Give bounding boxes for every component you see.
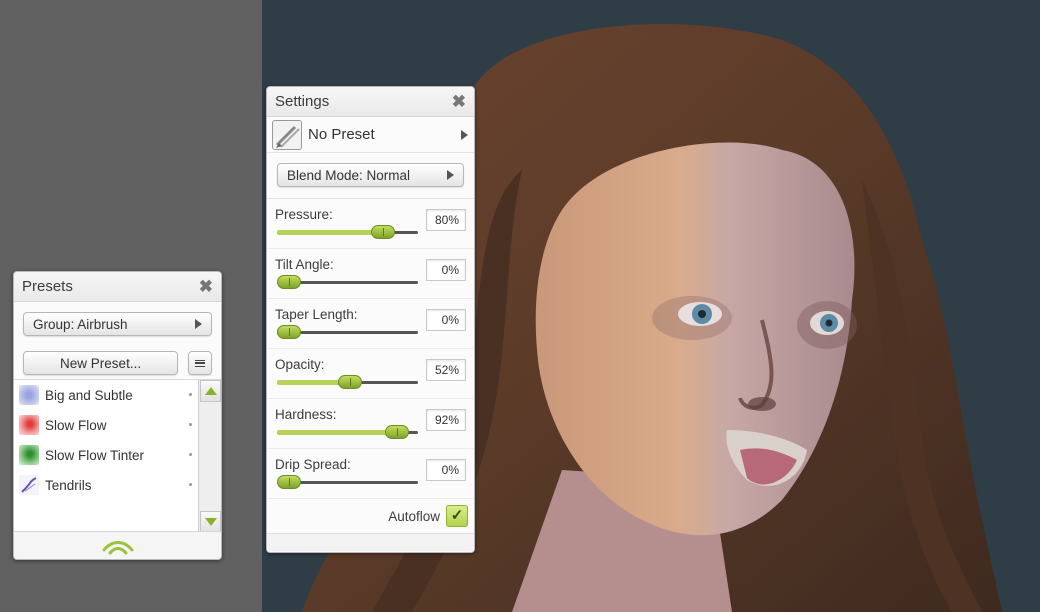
preset-list: Big and Subtle Slow Flow Slow Flow Tinte… [14,380,198,533]
tendrils-swatch-icon [19,475,39,495]
autoflow-checkbox[interactable]: ✓ [446,505,468,527]
preset-item-label: Big and Subtle [45,387,133,403]
list-item[interactable]: Slow Flow [14,410,198,440]
pressure-slider-fill [277,230,383,235]
drip-spread-slider-row: Drip Spread: 0% [267,449,474,499]
blend-mode-arrow-icon [447,170,454,180]
blend-mode-label: Blend Mode: Normal [287,167,411,183]
tilt-angle-slider-knob[interactable] [277,275,301,289]
opacity-slider[interactable] [277,375,418,389]
settings-panel: Settings ✖ No Preset Blend Mode: Normal … [266,86,475,553]
preset-arrow-icon[interactable] [461,129,468,140]
scroll-down-button[interactable] [200,511,221,533]
hardness-slider-knob[interactable] [384,425,409,439]
drip-spread-value[interactable]: 0% [426,459,466,481]
drip-spread-slider[interactable] [277,475,418,489]
item-dot-icon [189,423,192,426]
brush-thumbnail-icon [272,119,302,150]
list-menu-icon [195,359,206,367]
group-arrow-icon [195,319,202,329]
tilt-angle-slider-row: Tilt Angle: 0% [267,249,474,299]
soft-blue-swatch-icon [19,385,39,405]
preset-item-label: Slow Flow [45,417,107,433]
hardness-slider-fill [277,430,397,435]
presets-footer[interactable] [14,531,221,559]
pressure-slider-knob[interactable] [370,225,395,239]
arrow-up-icon [204,387,217,395]
pressure-slider-row: Pressure: 80% [267,199,474,249]
settings-footer [267,533,474,551]
pressure-label: Pressure: [275,207,333,222]
list-item[interactable]: Slow Flow Tinter [14,440,198,470]
presets-header[interactable]: Presets ✖ [14,272,221,302]
taper-length-slider-row: Taper Length: 0% [267,299,474,349]
item-dot-icon [189,453,192,456]
list-item[interactable]: Tendrils [14,470,198,500]
autoflow-label: Autoflow [388,508,440,524]
arrow-down-icon [204,518,217,526]
taper-length-slider[interactable] [277,325,418,339]
hardness-slider-row: Hardness: 92% [267,399,474,449]
preset-list-scrollbar[interactable] [198,380,221,533]
opacity-slider-knob[interactable] [337,375,362,389]
tilt-angle-label: Tilt Angle: [275,257,334,272]
presets-panel: Presets ✖ Group: Airbrush New Preset... … [13,271,222,560]
red-swatch-icon [19,415,39,435]
item-dot-icon [189,393,192,396]
new-preset-button[interactable]: New Preset... [23,351,179,375]
preset-item-label: Slow Flow Tinter [45,447,145,463]
taper-length-label: Taper Length: [275,307,358,322]
presets-title: Presets [22,278,73,295]
new-preset-row: New Preset... [14,342,221,376]
list-menu-button[interactable] [188,351,212,375]
settings-header[interactable]: Settings ✖ [267,87,474,117]
resize-handle-icon[interactable] [100,536,136,556]
autoflow-row: Autoflow ✓ [267,499,474,533]
drip-spread-slider-knob[interactable] [277,475,301,489]
opacity-slider-row: Opacity: 52% [267,349,474,399]
pressure-slider[interactable] [277,225,418,239]
close-icon[interactable]: ✖ [199,278,213,295]
pressure-value[interactable]: 80% [426,209,466,231]
list-item[interactable]: Big and Subtle [14,380,198,410]
blend-mode-button[interactable]: Blend Mode: Normal [277,163,464,187]
group-row: Group: Airbrush [14,302,221,342]
tilt-angle-slider[interactable] [277,275,418,289]
taper-length-slider-knob[interactable] [277,325,301,339]
new-preset-label: New Preset... [60,355,142,371]
group-selector-button[interactable]: Group: Airbrush [23,312,212,336]
taper-length-value[interactable]: 0% [426,309,466,331]
opacity-value[interactable]: 52% [426,359,466,381]
hardness-value[interactable]: 92% [426,409,466,431]
group-label: Group: Airbrush [33,316,128,332]
hardness-label: Hardness: [275,407,337,422]
hardness-slider[interactable] [277,425,418,439]
green-swatch-icon [19,445,39,465]
opacity-label: Opacity: [275,357,325,372]
preset-name: No Preset [308,126,375,143]
tilt-angle-value[interactable]: 0% [426,259,466,281]
preset-item-label: Tendrils [45,477,92,493]
drip-spread-label: Drip Spread: [275,457,351,472]
blend-mode-row: Blend Mode: Normal [267,153,474,199]
preset-list-area: Big and Subtle Slow Flow Slow Flow Tinte… [14,379,221,533]
item-dot-icon [189,483,192,486]
close-icon[interactable]: ✖ [452,93,466,110]
preset-selector[interactable]: No Preset [267,117,474,153]
scroll-up-button[interactable] [200,380,221,402]
settings-title: Settings [275,93,330,110]
